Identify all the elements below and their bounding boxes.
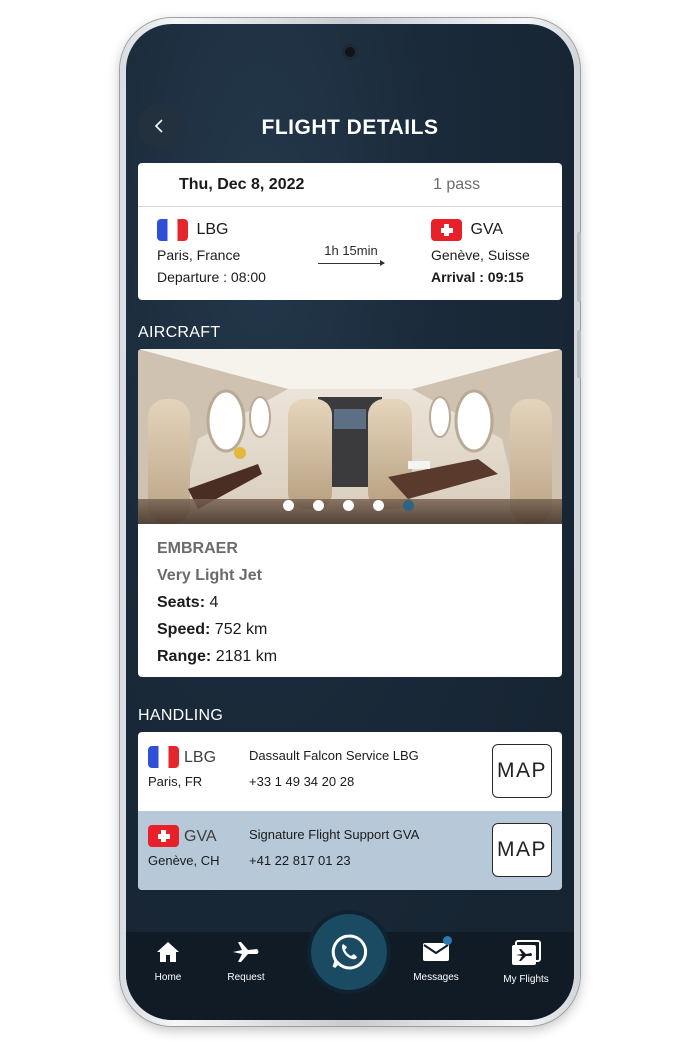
tab-label: My Flights	[503, 974, 549, 985]
tab-label: Home	[154, 972, 182, 983]
aircraft-speed: Speed: 752 km	[157, 621, 562, 639]
handling-card: LBG Paris, FR Dassault Falcon Service LB…	[138, 732, 562, 890]
aircraft-card: EMBRAER Very Light Jet Seats: 4 Speed: 7…	[138, 349, 562, 677]
carousel-dot[interactable]	[373, 500, 384, 511]
departure-info: LBG Paris, France Departure : 08:00	[157, 219, 266, 285]
handling-company: Signature Flight Support GVA	[249, 827, 420, 842]
range-value: 2181 km	[215, 648, 278, 665]
aircraft-class: Very Light Jet	[157, 567, 262, 584]
flight-duration: 1h 15min	[324, 243, 378, 258]
handling-section-label: HANDLING	[138, 707, 224, 724]
cabin-interior-image	[138, 349, 562, 524]
handling-phone[interactable]: +33 1 49 34 20 28	[249, 774, 354, 789]
seats-label: Seats:	[157, 594, 206, 611]
tab-home[interactable]: Home	[126, 940, 210, 983]
aircraft-specs: EMBRAER Very Light Jet Seats: 4 Speed: 7…	[138, 524, 562, 666]
carousel-indicators	[283, 500, 414, 511]
tab-label: Request	[227, 972, 265, 983]
france-flag-icon	[148, 746, 179, 768]
departure-city: Paris, France	[157, 247, 241, 263]
departure-code: LBG	[196, 221, 229, 238]
flight-date-row: Thu, Dec 8, 2022 1 pass	[138, 163, 562, 207]
map-button[interactable]: MAP	[492, 744, 552, 798]
handling-phone[interactable]: +41 22 817 01 23	[249, 853, 351, 868]
passenger-count: 1 pass	[433, 176, 481, 193]
aircraft-photo-carousel[interactable]	[138, 349, 562, 524]
handling-item-gva: GVA Genève, CH Signature Flight Support …	[138, 811, 562, 890]
whatsapp-icon	[331, 934, 368, 970]
switzerland-flag-icon	[431, 219, 462, 241]
arrival-code: GVA	[470, 221, 504, 238]
map-button[interactable]: MAP	[492, 823, 552, 877]
switzerland-flag-icon	[148, 825, 179, 847]
front-camera	[342, 44, 358, 60]
handling-item-lbg: LBG Paris, FR Dassault Falcon Service LB…	[138, 732, 562, 811]
tab-messages[interactable]: Messages	[394, 936, 478, 983]
speed-value: 752 km	[214, 621, 268, 638]
handling-airport-code: GVA	[184, 828, 217, 845]
arrow-right-icon	[318, 260, 385, 266]
carousel-dot[interactable]	[343, 500, 354, 511]
flight-ticket-icon	[512, 940, 541, 965]
aircraft-range: Range: 2181 km	[157, 648, 562, 666]
power-button	[577, 330, 581, 378]
tab-request[interactable]: Request	[204, 940, 288, 983]
handling-company: Dassault Falcon Service LBG	[249, 748, 419, 763]
app-screen: FLIGHT DETAILS Thu, Dec 8, 2022 1 pass L…	[126, 24, 574, 1020]
top-bar: FLIGHT DETAILS	[126, 104, 574, 154]
carousel-dot[interactable]	[283, 500, 294, 511]
tab-my-flights[interactable]: My Flights	[484, 940, 568, 985]
handling-city: Paris, FR	[148, 774, 203, 789]
carousel-dot[interactable]	[313, 500, 324, 511]
arrival-info: GVA Genève, Suisse Arrival : 09:15	[431, 219, 530, 285]
handling-city: Genève, CH	[148, 853, 220, 868]
route-row: LBG Paris, France Departure : 08:00 1h 1…	[138, 207, 562, 300]
volume-button	[577, 232, 581, 302]
range-label: Range:	[157, 648, 212, 665]
page-title: FLIGHT DETAILS	[261, 116, 439, 139]
seats-value: 4	[209, 594, 219, 611]
device-mockup: FLIGHT DETAILS Thu, Dec 8, 2022 1 pass L…	[0, 0, 700, 1050]
notification-badge	[443, 936, 452, 945]
tab-label: Messages	[413, 972, 459, 983]
handling-airport-code: LBG	[184, 749, 217, 766]
france-flag-icon	[157, 219, 188, 241]
arrival-time: Arrival : 09:15	[431, 269, 524, 285]
aircraft-manufacturer: EMBRAER	[157, 540, 238, 557]
whatsapp-call-button[interactable]	[311, 914, 387, 990]
carousel-dot-active[interactable]	[403, 500, 414, 511]
departure-time: Departure : 08:00	[157, 269, 266, 285]
arrival-city: Genève, Suisse	[431, 247, 530, 263]
aircraft-seats: Seats: 4	[157, 594, 562, 612]
flight-date: Thu, Dec 8, 2022	[179, 176, 305, 193]
speed-label: Speed:	[157, 621, 211, 638]
home-icon	[157, 942, 179, 962]
flight-summary-card: Thu, Dec 8, 2022 1 pass LBG Paris, Franc…	[138, 163, 562, 300]
aircraft-section-label: AIRCRAFT	[138, 324, 221, 341]
airplane-icon	[233, 942, 259, 962]
